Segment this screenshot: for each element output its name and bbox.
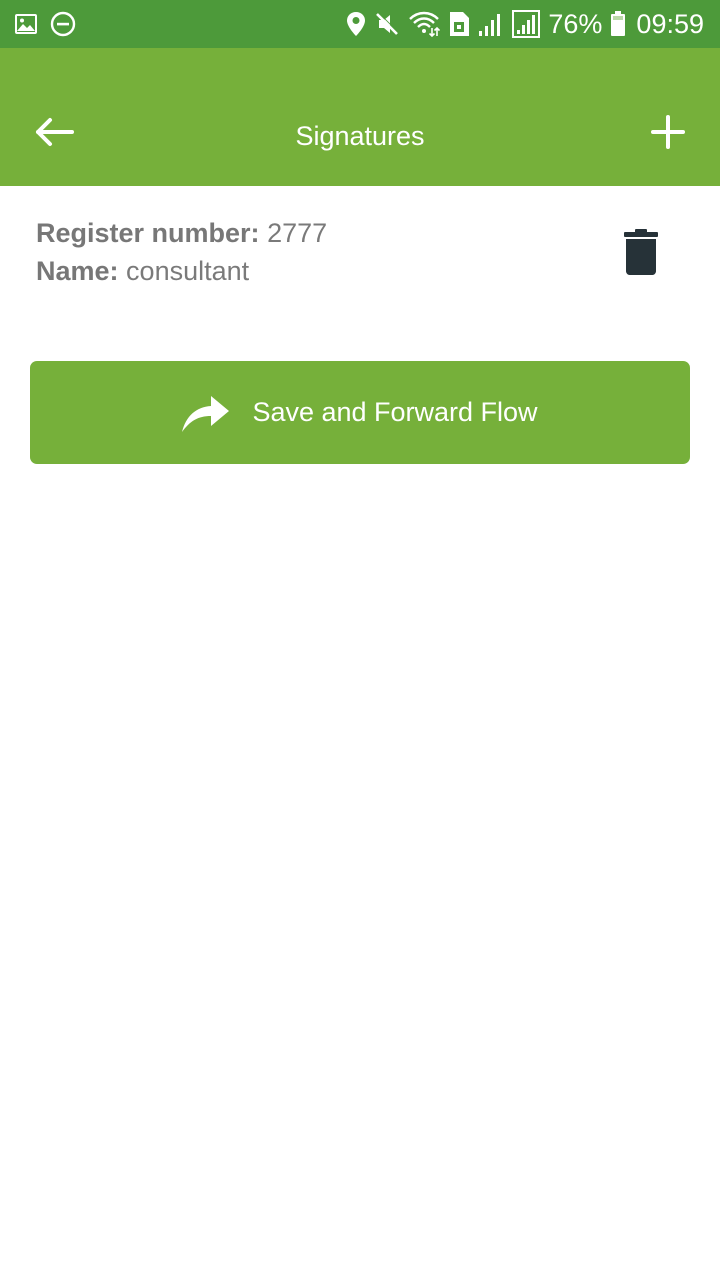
signal-icon [512,10,541,38]
battery-icon [610,11,626,37]
mute-icon [374,11,400,37]
name-label: Name: [36,256,119,286]
save-and-forward-button[interactable]: Save and Forward Flow [30,361,690,464]
image-icon [14,12,38,36]
wifi-icon [408,11,441,37]
name-row: Name: consultant [36,252,686,290]
plus-icon [651,115,685,149]
app-bar: Signatures [0,48,720,186]
location-icon [346,11,366,37]
save-and-forward-label: Save and Forward Flow [252,397,538,427]
status-right-icons: 76% 09:59 [338,8,704,40]
clock: 09:59 [636,8,704,39]
sim-icon [448,11,470,37]
register-number-row: Register number: 2777 [36,214,686,252]
register-number-label: Register number: [36,218,260,248]
page-title: Signatures [295,121,425,151]
status-left-icons [14,11,88,37]
name-value: consultant [126,256,250,286]
screen: 76% 09:59 Signatures Register number: 27… [0,0,720,1280]
signature-entry: Register number: 2777 Name: consultant [36,214,686,290]
add-signature-button[interactable] [646,110,690,154]
battery-percent: 76% [548,8,603,39]
do-not-disturb-icon [50,11,76,37]
share-forward-icon [182,394,230,432]
trash-icon [624,229,658,275]
register-number-value: 2777 [267,218,328,248]
status-bar: 76% 09:59 [0,0,720,48]
signal-icon [478,11,504,37]
delete-signature-button[interactable] [620,226,662,278]
